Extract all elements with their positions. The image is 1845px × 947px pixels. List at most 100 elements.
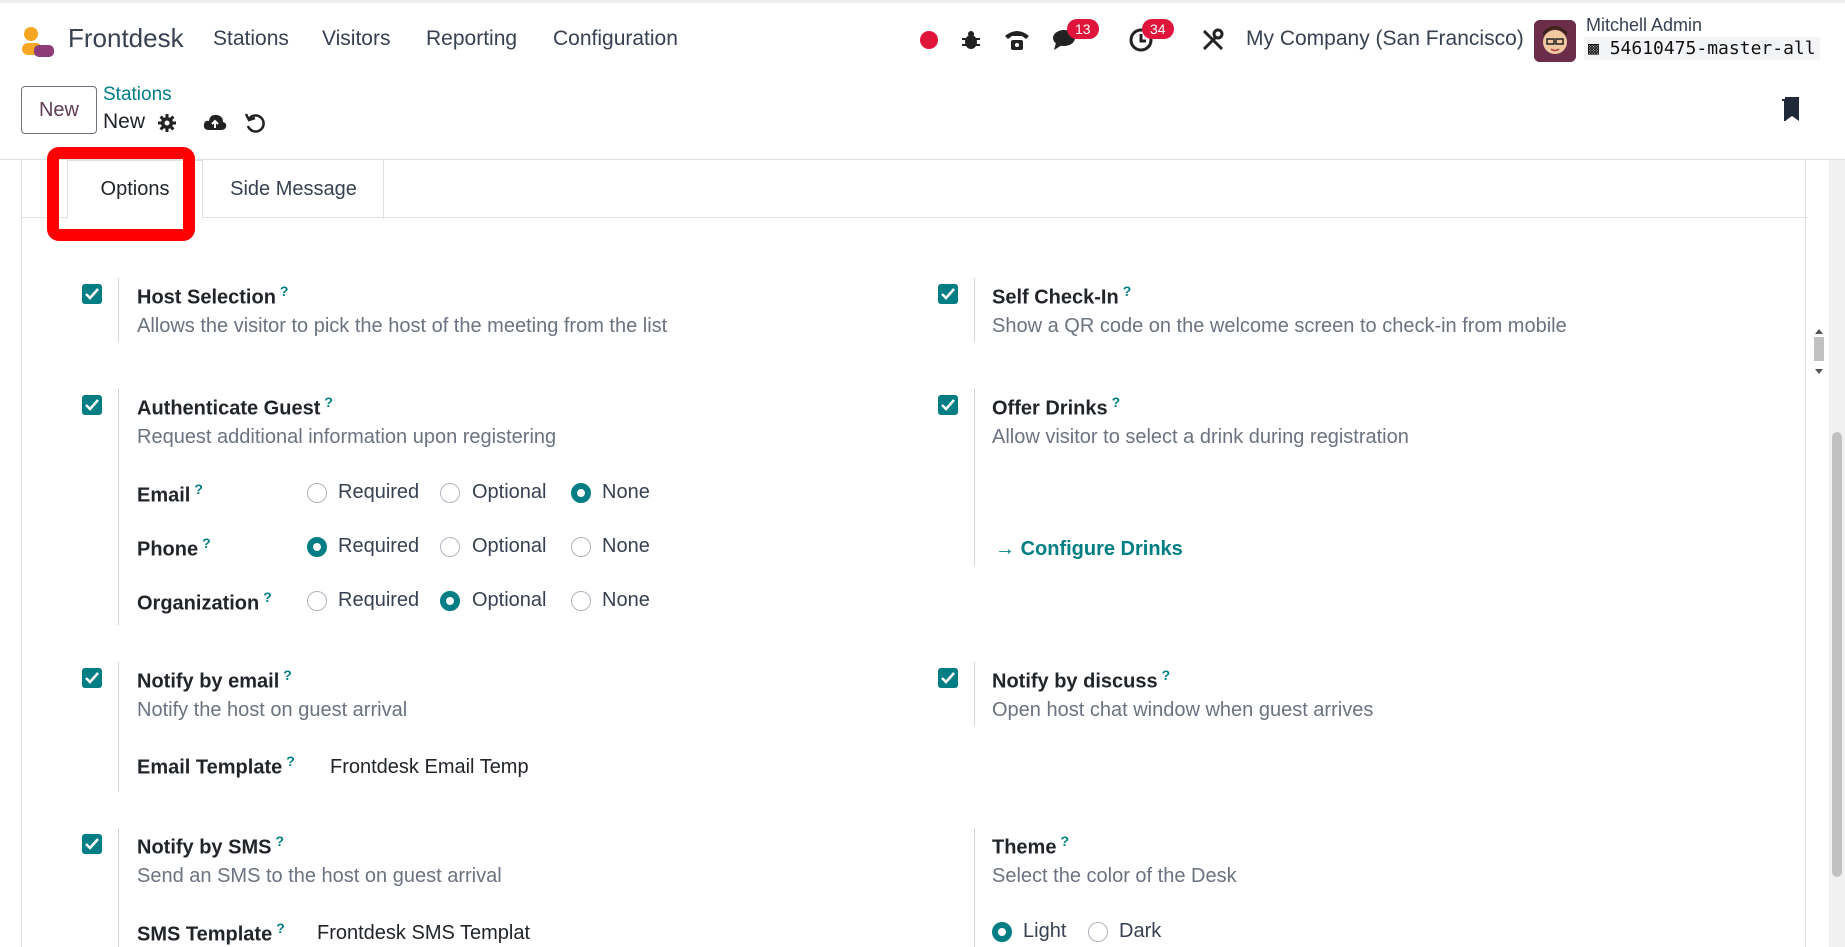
notify-sms-desc: Send an SMS to the host on guest arrival [137,865,502,887]
theme-dark-radio[interactable] [1088,922,1108,942]
top-navbar: Frontdesk Stations Visitors Reporting Co… [0,0,1845,76]
authenticate-guest-title: Authenticate Guest? [137,394,333,420]
theme-dark-label[interactable]: Dark [1119,920,1161,943]
phone-optional-radio[interactable] [440,537,460,557]
notify-email-desc: Notify the host on guest arrival [137,699,408,721]
divider [974,828,975,947]
user-avatar[interactable] [1534,20,1576,62]
notify-discuss-checkbox[interactable] [938,668,958,688]
user-name[interactable]: Mitchell Admin [1586,15,1702,36]
gear-icon[interactable] [154,110,180,136]
sms-template-field[interactable]: Frontdesk SMS Templat [317,922,537,945]
divider [974,662,975,726]
theme-desc: Select the color of the Desk [992,865,1237,887]
email-required-radio[interactable] [307,483,327,503]
menu-configuration[interactable]: Configuration [553,27,678,51]
email-none-label[interactable]: None [602,481,650,504]
help-icon: ? [324,394,333,410]
record-icon[interactable] [914,25,944,55]
email-optional-radio[interactable] [440,483,460,503]
host-selection-desc: Allows the visitor to pick the host of t… [137,315,668,337]
notify-sms-title: Notify by SMS? [137,833,285,859]
database-icon: ▩ [1588,38,1599,59]
notify-discuss-title: Notify by discuss? [992,667,1171,693]
help-icon: ? [1111,394,1121,410]
menu-stations[interactable]: Stations [213,27,289,51]
phone-none-radio[interactable] [571,537,591,557]
sms-template-label: SMS Template? [137,920,285,946]
notify-discuss-desc: Open host chat window when guest arrives [992,699,1374,721]
offer-drinks-title: Offer Drinks? [992,394,1121,420]
help-icon: ? [286,753,295,769]
authenticate-guest-checkbox[interactable] [82,395,102,415]
tab-options[interactable]: Options [67,160,203,219]
tools-icon[interactable] [1198,25,1228,55]
offer-drinks-checkbox[interactable] [938,395,958,415]
app-name[interactable]: Frontdesk [68,23,184,54]
divider [118,828,119,947]
discard-undo-icon[interactable] [242,110,268,136]
divider [974,389,975,566]
organization-required-radio[interactable] [307,591,327,611]
page-scrollbar[interactable] [1829,160,1845,947]
notify-email-checkbox[interactable] [82,668,102,688]
help-icon: ? [279,283,289,299]
cloud-upload-save-icon[interactable] [202,110,228,136]
page-scrollbar-thumb[interactable] [1832,432,1842,877]
organization-none-label[interactable]: None [602,589,650,612]
divider [974,278,975,342]
menu-reporting[interactable]: Reporting [426,27,517,51]
divider [118,278,119,342]
host-selection-title: Host Selection? [137,283,289,309]
chat-messages-icon[interactable]: 13 [1051,19,1099,55]
help-icon: ? [263,589,272,605]
notify-email-title: Notify by email? [137,667,292,693]
offer-drinks-desc: Allow visitor to select a drink during r… [992,426,1409,448]
tab-side-message[interactable]: Side Message [204,160,384,219]
new-button[interactable]: New [21,86,97,134]
organization-label: Organization? [137,589,272,615]
theme-light-radio[interactable] [992,922,1012,942]
configure-drinks-link[interactable]: → Configure Drinks [995,538,1183,561]
phone-required-radio[interactable] [307,537,327,557]
inner-scrollbar[interactable] [1812,328,1826,376]
phone-optional-label[interactable]: Optional [472,535,547,558]
divider [118,662,119,792]
help-icon: ? [194,481,203,497]
email-optional-label[interactable]: Optional [472,481,547,504]
phone-label: Phone? [137,535,211,561]
bookmark-icon[interactable] [1778,96,1804,122]
organization-none-radio[interactable] [571,591,591,611]
self-checkin-checkbox[interactable] [938,284,958,304]
database-name: ▩ 54610475-master-all [1584,37,1820,60]
activities-count-badge: 34 [1142,19,1174,39]
frontdesk-logo-icon[interactable] [20,25,56,59]
phone-none-label[interactable]: None [602,535,650,558]
phone-required-label[interactable]: Required [338,535,419,558]
host-selection-checkbox[interactable] [82,284,102,304]
help-icon: ? [1060,833,1070,849]
email-template-field[interactable]: Frontdesk Email Temp [330,756,529,779]
notify-sms-checkbox[interactable] [82,834,102,854]
self-checkin-desc: Show a QR code on the welcome screen to … [992,315,1567,337]
breadcrumb-stations[interactable]: Stations [103,84,172,106]
arrow-right-icon: → [995,538,1015,560]
theme-light-label[interactable]: Light [1023,920,1066,943]
organization-required-label[interactable]: Required [338,589,419,612]
control-panel: New Stations New [0,76,1845,160]
menu-visitors[interactable]: Visitors [322,27,390,51]
breadcrumb-current: New [103,110,146,133]
phone-icon[interactable] [1002,25,1032,55]
help-icon: ? [1161,667,1171,683]
email-required-label[interactable]: Required [338,481,419,504]
help-icon: ? [276,920,285,936]
email-none-radio[interactable] [571,483,591,503]
authenticate-guest-desc: Request additional information upon regi… [137,426,557,448]
database-label: 54610475-master-all [1609,38,1816,59]
company-switcher[interactable]: My Company (San Francisco) [1246,27,1524,51]
theme-title: Theme? [992,833,1070,859]
debug-bug-icon[interactable] [956,25,986,55]
activity-clock-icon[interactable]: 34 [1126,19,1174,55]
organization-optional-label[interactable]: Optional [472,589,547,612]
organization-optional-radio[interactable] [440,591,460,611]
